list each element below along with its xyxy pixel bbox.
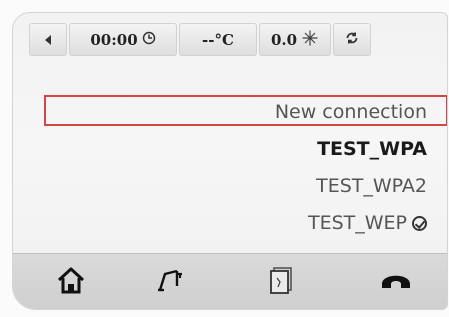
highlight-box	[44, 95, 447, 126]
document-icon	[267, 265, 295, 299]
connection-label: TEST_WPA2	[316, 175, 427, 197]
connection-icon	[379, 267, 413, 297]
connection-list: New connection TEST_WPA TEST_WPA2 TEST_W…	[13, 13, 447, 253]
list-item[interactable]: TEST_WPA2	[316, 175, 427, 197]
list-item[interactable]: TEST_WPA	[317, 138, 427, 160]
list-item[interactable]: TEST_WEP	[308, 212, 427, 234]
check-icon	[412, 215, 427, 231]
connection-label: TEST_WEP	[307, 212, 407, 234]
home-icon	[56, 266, 86, 298]
document-button[interactable]	[251, 262, 311, 302]
connection-label: TEST_WPA	[317, 138, 427, 160]
scale-icon	[154, 266, 188, 298]
scale-button[interactable]	[141, 262, 201, 302]
device-frame: 00:00 --°C 0.0 New connection TEST_WPA T…	[0, 0, 449, 317]
connection-button[interactable]	[366, 262, 426, 302]
bottom-nav	[13, 253, 447, 309]
home-button[interactable]	[41, 262, 101, 302]
screen: 00:00 --°C 0.0 New connection TEST_WPA T…	[12, 12, 448, 310]
